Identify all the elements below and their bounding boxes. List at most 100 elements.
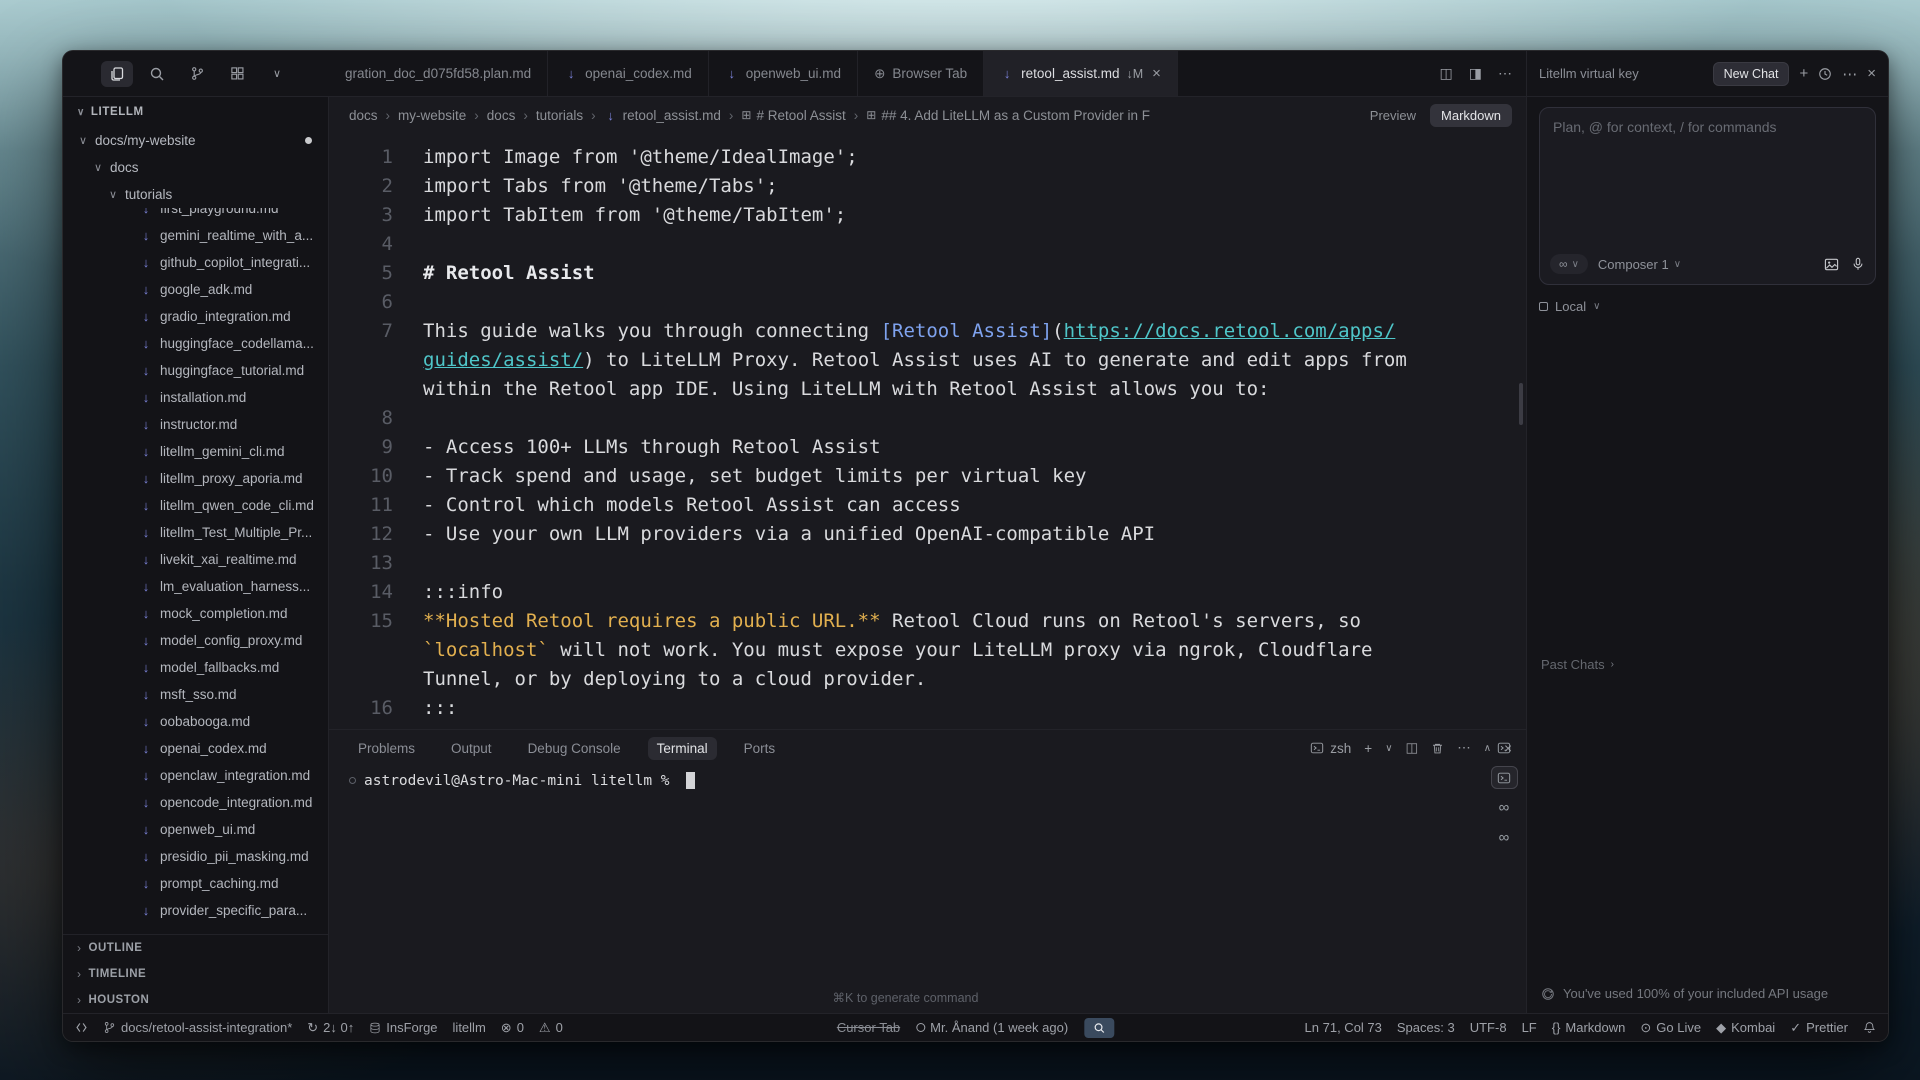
breadcrumb-item[interactable]: ⊞# Retool Assist	[741, 108, 845, 123]
tree-file-row[interactable]: ↓model_fallbacks.md	[63, 654, 328, 681]
status-encoding[interactable]: UTF-8	[1470, 1020, 1507, 1035]
close-tab-icon[interactable]: ×	[1152, 65, 1161, 82]
status-errors[interactable]: ⊗0	[501, 1020, 524, 1035]
editor-tab[interactable]: ↓openai_codex.md	[548, 51, 709, 96]
agent-session-icon[interactable]: ∞	[1491, 826, 1518, 849]
agent-session-icon[interactable]: ∞	[1491, 796, 1518, 819]
source-control-icon[interactable]	[181, 61, 213, 87]
chat-close-icon[interactable]: ×	[1867, 65, 1876, 82]
tree-file-row[interactable]: ↓litellm_qwen_code_cli.md	[63, 492, 328, 519]
editor-tab[interactable]: gration_doc_d075fd58.plan.md	[329, 51, 548, 96]
tree-folder-row[interactable]: ∨tutorials	[63, 181, 328, 208]
breadcrumb-item[interactable]: docs	[487, 108, 516, 123]
tree-file-row[interactable]: ↓mock_completion.md	[63, 600, 328, 627]
terminal-dropdown-icon[interactable]: ∨	[1385, 743, 1392, 754]
terminal-tab-ports[interactable]: Ports	[735, 737, 785, 760]
new-terminal-icon[interactable]: +	[1364, 741, 1372, 756]
breadcrumb-item[interactable]: tutorials	[536, 108, 583, 123]
terminal-tab-problems[interactable]: Problems	[349, 737, 424, 760]
tree-file-row[interactable]: ↓presidio_pii_masking.md	[63, 843, 328, 870]
tree-file-row[interactable]: ↓gradio_integration.md	[63, 303, 328, 330]
tree-file-row[interactable]: ↓openai_codex.md	[63, 735, 328, 762]
tree-file-row[interactable]: ↓huggingface_codellama...	[63, 330, 328, 357]
terminal-session-icon[interactable]	[1491, 766, 1518, 789]
split-terminal-icon[interactable]: ◫	[1406, 740, 1419, 756]
editor-scrollbar[interactable]	[1519, 383, 1523, 425]
breadcrumb-item[interactable]: ↓retool_assist.md	[604, 108, 721, 123]
tree-file-row[interactable]: ↓lm_evaluation_harness...	[63, 573, 328, 600]
extensions-icon[interactable]	[221, 61, 253, 87]
status-sync[interactable]: ↻2↓ 0↑	[307, 1020, 354, 1035]
more-actions-icon[interactable]: ⋯	[1498, 65, 1512, 82]
terminal-tab-terminal[interactable]: Terminal	[648, 737, 717, 760]
sidebar-section-timeline[interactable]: ›TIMELINE	[63, 961, 328, 987]
tree-folder-row[interactable]: ∨docs	[63, 154, 328, 181]
past-chats[interactable]: Past Chats ›	[1541, 657, 1614, 672]
tree-file-row[interactable]: ↓gemini_realtime_with_a...	[63, 222, 328, 249]
breadcrumb-item[interactable]: ⊞## 4. Add LiteLLM as a Custom Provider …	[866, 108, 1150, 123]
new-chat-button[interactable]: New Chat	[1713, 62, 1790, 86]
tree-file-row[interactable]: ↓huggingface_tutorial.md	[63, 357, 328, 384]
tree-file-row[interactable]: ↓opencode_integration.md	[63, 789, 328, 816]
terminal-session-icon[interactable]	[1491, 736, 1518, 759]
files-icon[interactable]	[101, 61, 133, 87]
status-search[interactable]	[1084, 1018, 1114, 1038]
tree-file-row[interactable]: ↓google_adk.md	[63, 276, 328, 303]
shell-session[interactable]: zsh	[1310, 741, 1351, 756]
model-selector[interactable]: ∞ ∨	[1550, 254, 1588, 274]
tree-file-row[interactable]: ↓openweb_ui.md	[63, 816, 328, 843]
status-line-col[interactable]: Ln 71, Col 73	[1305, 1020, 1382, 1035]
project-root-row[interactable]: ∨ LITELLM	[63, 97, 328, 127]
chat-more-icon[interactable]: ⋯	[1842, 65, 1857, 83]
tree-file-row[interactable]: ↓provider_specific_para...	[63, 897, 328, 924]
image-icon[interactable]	[1824, 257, 1839, 272]
terminal-tab-output[interactable]: Output	[442, 737, 501, 760]
chevron-down-icon[interactable]: ∨	[261, 61, 293, 87]
tree-file-row[interactable]: ↓litellm_gemini_cli.md	[63, 438, 328, 465]
tree-file-row[interactable]: ↓livekit_xai_realtime.md	[63, 546, 328, 573]
tree-file-row[interactable]: ↓litellm_proxy_aporia.md	[63, 465, 328, 492]
mode-selector[interactable]: Local ∨	[1539, 299, 1876, 314]
terminal-more-icon[interactable]: ⋯	[1457, 740, 1471, 756]
toggle-layout-icon[interactable]: ◨	[1469, 65, 1482, 82]
editor-tab[interactable]: ↓openweb_ui.md	[709, 51, 858, 96]
status-eol[interactable]: LF	[1522, 1020, 1537, 1035]
status-go-live[interactable]: ⊙Go Live	[1640, 1020, 1701, 1035]
editor-tab[interactable]: ⊕Browser Tab	[858, 51, 984, 96]
tree-file-row[interactable]: ↓github_copilot_integrati...	[63, 249, 328, 276]
tree-file-row[interactable]: ↓litellm_Test_Multiple_Pr...	[63, 519, 328, 546]
markdown-button[interactable]: Markdown	[1430, 104, 1512, 127]
tree-folder-row[interactable]: ∨docs/my-website	[63, 127, 328, 154]
terminal-tab-debug-console[interactable]: Debug Console	[519, 737, 630, 760]
split-editor-icon[interactable]: ◫	[1440, 65, 1453, 82]
status-prettier[interactable]: ✓Prettier	[1790, 1020, 1848, 1035]
status-warnings[interactable]: ⚠0	[539, 1020, 563, 1035]
sidebar-section-houston[interactable]: ›HOUSTON	[63, 987, 328, 1013]
status-notifications[interactable]	[1863, 1021, 1876, 1034]
tree-file-row[interactable]: ↓installation.md	[63, 384, 328, 411]
search-icon[interactable]	[141, 61, 173, 87]
chat-input[interactable]	[1540, 108, 1875, 246]
add-chat-icon[interactable]: +	[1799, 65, 1808, 82]
preview-button[interactable]: Preview	[1370, 108, 1416, 123]
tree-file-row[interactable]: ↓oobabooga.md	[63, 708, 328, 735]
status-remote[interactable]	[75, 1021, 88, 1034]
tree-file-row[interactable]: ↓msft_sso.md	[63, 681, 328, 708]
tree-file-row[interactable]: ↓model_config_proxy.md	[63, 627, 328, 654]
status-author[interactable]: Mr. Ånand (1 week ago)	[916, 1020, 1068, 1035]
status-indentation[interactable]: Spaces: 3	[1397, 1020, 1455, 1035]
microphone-icon[interactable]	[1851, 257, 1865, 271]
status-project[interactable]: litellm	[453, 1020, 486, 1035]
status-branch[interactable]: docs/retool-assist-integration*	[103, 1020, 292, 1035]
status-language[interactable]: {}Markdown	[1552, 1020, 1626, 1035]
breadcrumb-item[interactable]: my-website	[398, 108, 466, 123]
tree-file-row[interactable]: ↓instructor.md	[63, 411, 328, 438]
editor[interactable]: 1import Image from '@theme/IdealImage';2…	[329, 133, 1526, 729]
trash-icon[interactable]	[1431, 742, 1444, 755]
tree-file-row[interactable]: ↓prompt_caching.md	[63, 870, 328, 897]
editor-tab[interactable]: ↓retool_assist.md↓M×	[984, 51, 1178, 96]
status-kombai[interactable]: ◆Kombai	[1716, 1020, 1775, 1035]
breadcrumb-item[interactable]: docs	[349, 108, 378, 123]
terminal-body[interactable]: astrodevil@Astro-Mac-mini litellm % ⌘K t…	[329, 766, 1526, 1013]
sidebar-section-outline[interactable]: ›OUTLINE	[63, 935, 328, 961]
